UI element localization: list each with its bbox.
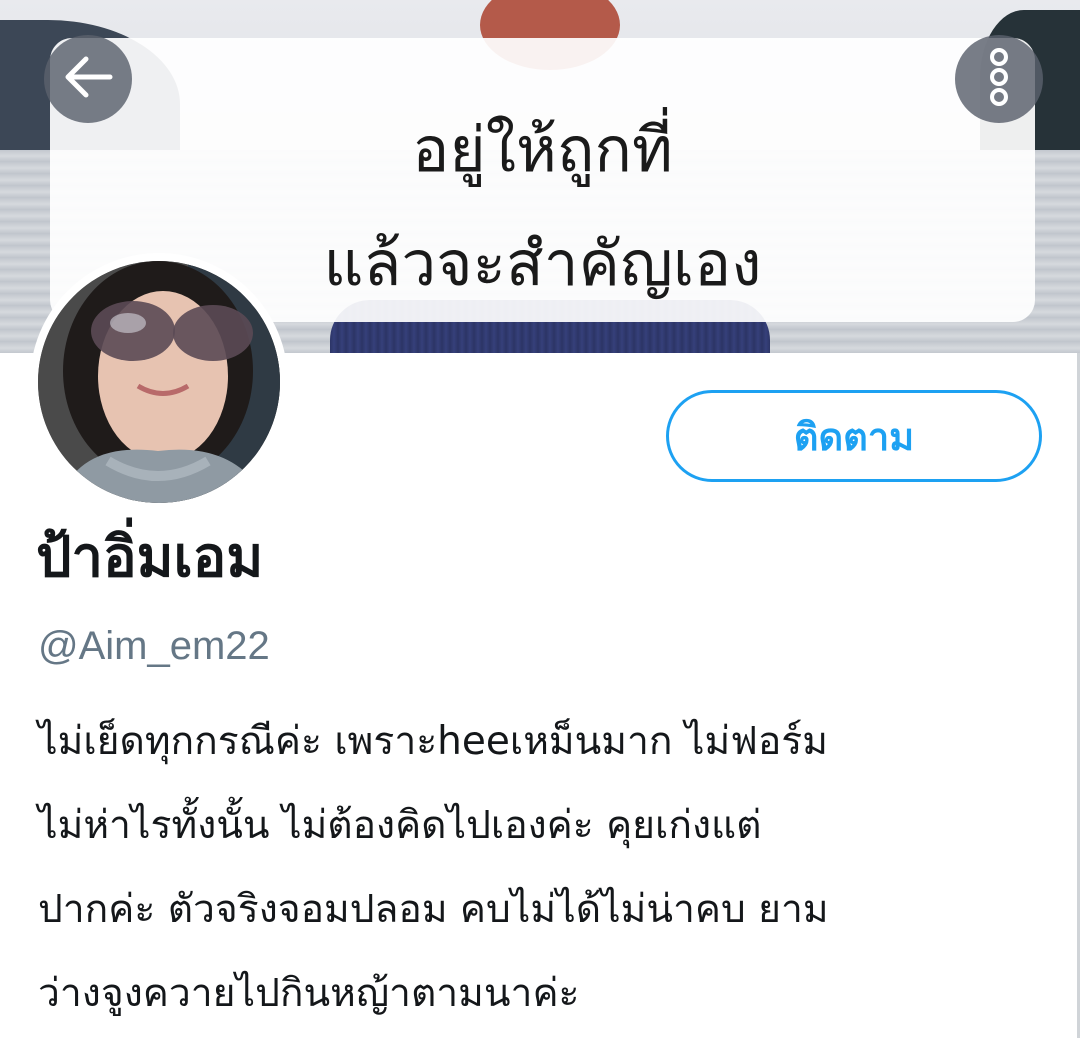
- back-button[interactable]: [44, 35, 132, 123]
- more-vertical-icon: [987, 47, 1011, 111]
- bio-line: ว่างจูงควายไปกินหญ้าตามนาค่ะ: [38, 971, 580, 1016]
- bio-line: ไม่ห่าไรทั้งนั้น ไม่ต้องคิดไปเองค่ะ คุยเ…: [38, 803, 762, 848]
- avatar[interactable]: [30, 253, 288, 511]
- banner-quote-line-1: อยู่ให้ถูกที่: [412, 113, 673, 186]
- arrow-left-icon: [62, 55, 114, 103]
- profile-handle: @Aim_em22: [38, 624, 270, 668]
- profile-display-name: ป้าอิ่มเอม: [36, 525, 264, 590]
- bio-line: ปากค่ะ ตัวจริงจอมปลอม คบไม่ได้ไม่น่าคบ ย…: [38, 887, 829, 932]
- profile-bio: ไม่เย็ดทุกกรณีค่ะ เพราะheeเหม็นมาก ไม่ฟอ…: [38, 700, 1048, 1036]
- bio-line: ไม่เย็ดทุกกรณีค่ะ เพราะheeเหม็นมาก ไม่ฟอ…: [38, 719, 828, 764]
- avatar-image: [38, 261, 280, 503]
- follow-button[interactable]: ติดตาม: [666, 390, 1042, 482]
- more-options-button[interactable]: [955, 35, 1043, 123]
